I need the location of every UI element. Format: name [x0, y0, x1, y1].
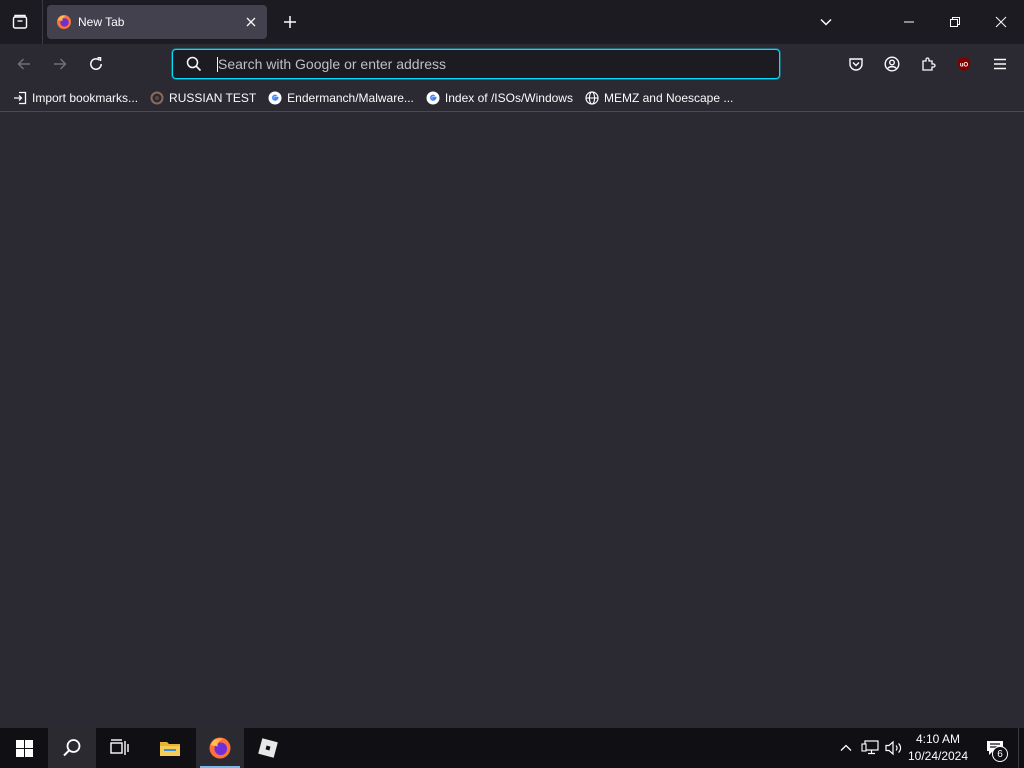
- back-button[interactable]: [8, 48, 40, 80]
- clock-date: 10/24/2024: [907, 749, 969, 763]
- account-button[interactable]: [876, 48, 908, 80]
- firefox-icon: [56, 14, 72, 30]
- desktop-screen: New Tab Search with Google or enter addr…: [0, 0, 1024, 768]
- tab-title: New Tab: [78, 15, 125, 29]
- taskbar-firefox-button[interactable]: [196, 728, 244, 768]
- tab-new-tab[interactable]: New Tab: [47, 5, 267, 39]
- search-icon: [186, 56, 202, 72]
- windows-logo-icon: [15, 739, 33, 757]
- taskbar-roblox-button[interactable]: [244, 728, 292, 768]
- close-window-button[interactable]: [978, 0, 1024, 44]
- google-icon: [267, 90, 283, 106]
- app-menu-button[interactable]: [984, 48, 1016, 80]
- bookmark-label: RUSSIAN TEST: [169, 90, 257, 105]
- bookmark-memz-noescape[interactable]: MEMZ and Noescape ...: [580, 86, 737, 110]
- close-icon: [995, 16, 1007, 28]
- bookmark-import[interactable]: Import bookmarks...: [8, 86, 142, 110]
- forward-button[interactable]: [44, 48, 76, 80]
- bookmarks-toolbar: Import bookmarks... RUSSIAN TEST Enderma…: [0, 84, 1024, 112]
- globe-icon: [584, 90, 600, 106]
- network-icon: [861, 740, 879, 755]
- page-content[interactable]: [0, 113, 1024, 728]
- search-button[interactable]: [48, 728, 96, 768]
- speaker-icon: [885, 740, 902, 756]
- bookmark-russian-test[interactable]: RUSSIAN TEST: [145, 86, 260, 110]
- firefox-view-icon: [12, 14, 28, 29]
- ublock-origin-button[interactable]: uO: [948, 48, 980, 80]
- new-tab-button[interactable]: [274, 6, 306, 38]
- restore-button[interactable]: [932, 0, 978, 44]
- pocket-icon: [849, 58, 863, 71]
- import-icon: [12, 90, 28, 106]
- puzzle-icon: [922, 57, 936, 71]
- google-icon: [425, 90, 441, 106]
- start-button[interactable]: [0, 728, 48, 768]
- minimize-icon: [904, 21, 914, 23]
- show-desktop-button[interactable]: [1018, 728, 1024, 768]
- firefox-view-button[interactable]: [4, 6, 36, 38]
- clock-time: 4:10 AM: [915, 732, 961, 746]
- reload-icon: [90, 57, 102, 70]
- minimize-button[interactable]: [886, 0, 932, 44]
- pocket-button[interactable]: [840, 48, 872, 80]
- folder-icon: [160, 742, 180, 756]
- firefox-icon: [209, 737, 231, 759]
- task-view-icon: [110, 739, 129, 755]
- arrow-right-icon: [54, 58, 67, 70]
- address-bar[interactable]: [172, 49, 780, 79]
- ublock-origin-icon: uO: [958, 57, 970, 71]
- task-view-button[interactable]: [96, 728, 144, 768]
- bookmark-endermanch-malware[interactable]: Endermanch/Malware...: [263, 86, 418, 110]
- arrow-left-icon: [17, 58, 30, 70]
- reload-button[interactable]: [80, 48, 112, 80]
- plus-icon: [284, 16, 296, 28]
- restore-icon: [950, 17, 960, 27]
- network-button[interactable]: [858, 736, 882, 760]
- volume-button[interactable]: [882, 736, 906, 760]
- chevron-down-icon: [820, 18, 832, 26]
- url-input[interactable]: [218, 54, 779, 74]
- tab-strip: New Tab: [0, 0, 1024, 44]
- bookmark-label: Endermanch/Malware...: [287, 90, 414, 105]
- close-icon: [246, 17, 256, 27]
- extensions-button[interactable]: [912, 48, 944, 80]
- bookmark-label: Index of /ISOs/Windows: [444, 90, 573, 105]
- bookmark-label: MEMZ and Noescape ...: [603, 90, 734, 105]
- windows-taskbar: 4:10 AM 10/24/2024 6: [0, 728, 1024, 768]
- close-tab-button[interactable]: [241, 12, 261, 32]
- site-favicon-icon: [149, 90, 165, 106]
- action-center-button[interactable]: 6: [976, 728, 1014, 768]
- hamburger-menu-icon: [994, 58, 1006, 70]
- roblox-icon: [258, 738, 278, 758]
- account-icon: [884, 56, 900, 72]
- file-explorer-button[interactable]: [146, 728, 194, 768]
- show-hidden-icons-button[interactable]: [834, 736, 858, 760]
- notification-count-badge: 6: [992, 746, 1008, 762]
- system-clock[interactable]: 4:10 AM 10/24/2024: [904, 731, 972, 765]
- chevron-up-icon: [840, 744, 852, 751]
- navigation-toolbar: uO: [0, 44, 1024, 84]
- svg-text:uO: uO: [960, 63, 969, 69]
- text-caret: [217, 57, 218, 72]
- list-all-tabs-button[interactable]: [810, 6, 842, 38]
- search-icon: [63, 739, 81, 757]
- tab-separator: [42, 0, 43, 44]
- bookmark-label: Import bookmarks...: [32, 90, 139, 105]
- bookmark-index-isos-windows[interactable]: Index of /ISOs/Windows: [421, 86, 577, 110]
